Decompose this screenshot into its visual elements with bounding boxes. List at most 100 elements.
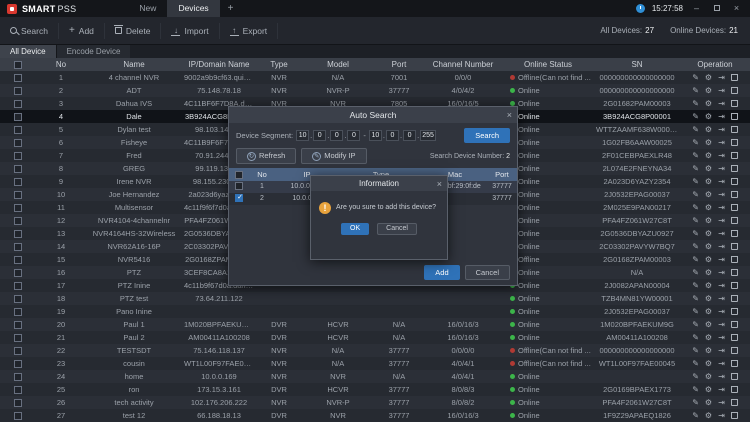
- logout-icon[interactable]: ⇥: [718, 255, 725, 264]
- logout-icon[interactable]: ⇥: [718, 333, 725, 342]
- ip-octet-input[interactable]: 0: [403, 130, 416, 141]
- edit-icon[interactable]: ✎: [692, 177, 699, 186]
- settings-icon[interactable]: ⚙: [705, 151, 712, 160]
- settings-icon[interactable]: ⚙: [705, 359, 712, 368]
- row-checkbox[interactable]: [14, 217, 22, 225]
- logout-icon[interactable]: ⇥: [718, 125, 725, 134]
- settings-icon[interactable]: ⚙: [705, 138, 712, 147]
- row-checkbox[interactable]: [14, 152, 22, 160]
- settings-icon[interactable]: ⚙: [705, 216, 712, 225]
- delete-icon[interactable]: [731, 165, 738, 172]
- row-checkbox[interactable]: [14, 230, 22, 238]
- edit-icon[interactable]: ✎: [692, 398, 699, 407]
- delete-icon[interactable]: [731, 204, 738, 211]
- ip-octet-input[interactable]: 255: [420, 130, 436, 141]
- settings-icon[interactable]: ⚙: [705, 385, 712, 394]
- row-checkbox[interactable]: [14, 308, 22, 316]
- delete-icon[interactable]: [731, 256, 738, 263]
- select-all-results-checkbox[interactable]: [235, 171, 243, 179]
- settings-icon[interactable]: ⚙: [705, 99, 712, 108]
- row-checkbox[interactable]: [14, 282, 22, 290]
- edit-icon[interactable]: ✎: [692, 372, 699, 381]
- logout-icon[interactable]: ⇥: [718, 320, 725, 329]
- ip-octet-input[interactable]: 0: [313, 130, 326, 141]
- table-row[interactable]: 14 channel NVR9002a9b9cf63.quickddns.com…: [0, 71, 750, 84]
- settings-icon[interactable]: ⚙: [705, 411, 712, 420]
- row-checkbox[interactable]: [14, 113, 22, 121]
- settings-icon[interactable]: ⚙: [705, 320, 712, 329]
- settings-icon[interactable]: ⚙: [705, 229, 712, 238]
- delete-icon[interactable]: [731, 243, 738, 250]
- row-checkbox[interactable]: [14, 334, 22, 342]
- row-checkbox[interactable]: [14, 87, 22, 95]
- cancel-search-button[interactable]: Cancel: [465, 265, 510, 280]
- result-checkbox[interactable]: [235, 194, 243, 202]
- close-icon[interactable]: ×: [507, 107, 512, 123]
- settings-icon[interactable]: ⚙: [705, 281, 712, 290]
- logout-icon[interactable]: ⇥: [718, 99, 725, 108]
- close-button[interactable]: ×: [730, 0, 743, 17]
- edit-icon[interactable]: ✎: [692, 255, 699, 264]
- logout-icon[interactable]: ⇥: [718, 86, 725, 95]
- delete-icon[interactable]: [731, 113, 738, 120]
- row-checkbox[interactable]: [14, 399, 22, 407]
- row-checkbox[interactable]: [14, 373, 22, 381]
- edit-icon[interactable]: ✎: [692, 385, 699, 394]
- delete-icon[interactable]: [731, 334, 738, 341]
- row-checkbox[interactable]: [14, 386, 22, 394]
- edit-icon[interactable]: ✎: [692, 320, 699, 329]
- row-checkbox[interactable]: [14, 100, 22, 108]
- table-row[interactable]: 22TESTSDT75.146.118.137NVRN/A377770/0/0/…: [0, 344, 750, 357]
- settings-icon[interactable]: ⚙: [705, 164, 712, 173]
- edit-icon[interactable]: ✎: [692, 203, 699, 212]
- logout-icon[interactable]: ⇥: [718, 138, 725, 147]
- ip-octet-input[interactable]: 0: [386, 130, 399, 141]
- row-checkbox[interactable]: [14, 191, 22, 199]
- logout-icon[interactable]: ⇥: [718, 112, 725, 121]
- row-checkbox[interactable]: [14, 321, 22, 329]
- tab-devices[interactable]: Devices: [167, 0, 219, 17]
- settings-icon[interactable]: ⚙: [705, 268, 712, 277]
- row-checkbox[interactable]: [14, 269, 22, 277]
- logout-icon[interactable]: ⇥: [718, 151, 725, 160]
- delete-button[interactable]: Delete: [105, 23, 162, 39]
- edit-icon[interactable]: ✎: [692, 138, 699, 147]
- settings-icon[interactable]: ⚙: [705, 125, 712, 134]
- logout-icon[interactable]: ⇥: [718, 177, 725, 186]
- settings-icon[interactable]: ⚙: [705, 242, 712, 251]
- logout-icon[interactable]: ⇥: [718, 359, 725, 368]
- table-row[interactable]: 25ron173.15.3.161DVRHCVR377778/0/8/3Onli…: [0, 383, 750, 396]
- logout-icon[interactable]: ⇥: [718, 398, 725, 407]
- delete-icon[interactable]: [731, 178, 738, 185]
- refresh-button[interactable]: ↻Refresh: [236, 148, 296, 164]
- ip-octet-input[interactable]: 0: [330, 130, 343, 141]
- ok-button[interactable]: OK: [341, 223, 369, 235]
- delete-icon[interactable]: [731, 139, 738, 146]
- logout-icon[interactable]: ⇥: [718, 281, 725, 290]
- delete-icon[interactable]: [731, 321, 738, 328]
- logout-icon[interactable]: ⇥: [718, 411, 725, 420]
- tab-new[interactable]: New: [128, 0, 167, 17]
- row-checkbox[interactable]: [14, 256, 22, 264]
- table-row[interactable]: 19Pano InineOnline2J0532EPAG00037✎⚙⇥: [0, 305, 750, 318]
- row-checkbox[interactable]: [14, 347, 22, 355]
- ip-octet-input[interactable]: 10: [369, 130, 382, 141]
- edit-icon[interactable]: ✎: [692, 294, 699, 303]
- edit-icon[interactable]: ✎: [692, 73, 699, 82]
- logout-icon[interactable]: ⇥: [718, 73, 725, 82]
- delete-icon[interactable]: [731, 308, 738, 315]
- search-button[interactable]: Search: [0, 23, 59, 39]
- edit-icon[interactable]: ✎: [692, 190, 699, 199]
- settings-icon[interactable]: ⚙: [705, 177, 712, 186]
- delete-icon[interactable]: [731, 191, 738, 198]
- logout-icon[interactable]: ⇥: [718, 203, 725, 212]
- settings-icon[interactable]: ⚙: [705, 73, 712, 82]
- row-checkbox[interactable]: [14, 126, 22, 134]
- delete-icon[interactable]: [731, 282, 738, 289]
- logout-icon[interactable]: ⇥: [718, 242, 725, 251]
- edit-icon[interactable]: ✎: [692, 164, 699, 173]
- edit-icon[interactable]: ✎: [692, 268, 699, 277]
- settings-icon[interactable]: ⚙: [705, 190, 712, 199]
- tab-all-device[interactable]: All Device: [0, 45, 56, 58]
- edit-icon[interactable]: ✎: [692, 151, 699, 160]
